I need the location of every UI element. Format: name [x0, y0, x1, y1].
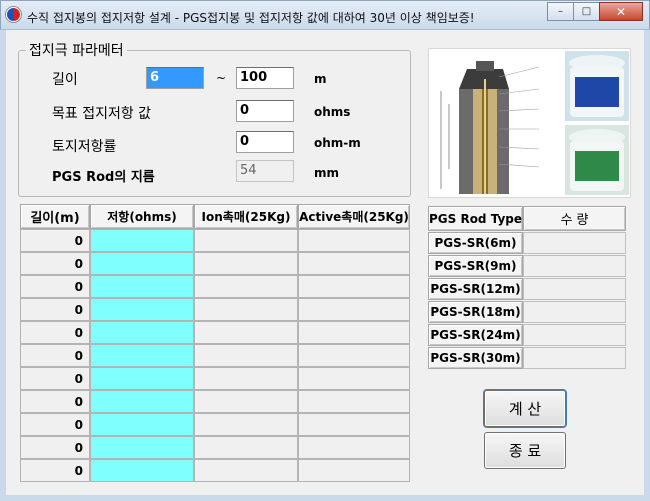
rod-diameter-label: PGS Rod의 지름 [52, 170, 155, 185]
soil-resistivity-unit: ohm-m [314, 136, 361, 150]
target-resistance-input[interactable]: 0 [236, 100, 294, 122]
rod-quantity-cell[interactable] [523, 232, 626, 254]
cell-active-catalyst[interactable] [298, 390, 410, 413]
rod-quantity-cell[interactable] [523, 347, 626, 369]
rod-diameter-input: 54 [236, 160, 294, 182]
col-header-active-catalyst[interactable]: Active촉매(25Kg) [298, 204, 410, 229]
window-title: 수직 접지봉의 접지저항 설계 - PGS접지봉 및 접지저항 값에 대하여 3… [27, 11, 475, 25]
cell-ion-catalyst[interactable] [194, 459, 298, 482]
cell-depth[interactable]: 0 [20, 321, 90, 344]
cell-active-catalyst[interactable] [298, 436, 410, 459]
cell-depth[interactable]: 0 [20, 229, 90, 252]
cell-depth[interactable]: 0 [20, 459, 90, 482]
cell-ion-catalyst[interactable] [194, 413, 298, 436]
depth-separator: ~ [216, 71, 227, 85]
cell-resistance[interactable] [90, 367, 194, 390]
soil-resistivity-input[interactable]: 0 [236, 131, 294, 153]
cell-active-catalyst[interactable] [298, 367, 410, 390]
cell-depth[interactable]: 0 [20, 367, 90, 390]
parameter-group-title: 접지극 파라메터 [26, 40, 127, 60]
depth-from-input[interactable]: 6 [146, 67, 204, 89]
cell-resistance[interactable] [90, 459, 194, 482]
cell-ion-catalyst[interactable] [194, 229, 298, 252]
cell-depth[interactable]: 0 [20, 390, 90, 413]
rod-quantity-cell[interactable] [523, 301, 626, 323]
cell-active-catalyst[interactable] [298, 298, 410, 321]
cell-active-catalyst[interactable] [298, 229, 410, 252]
rod-type-cell[interactable]: PGS-SR(30m) [428, 347, 523, 369]
rod-type-cell[interactable]: PGS-SR(6m) [428, 232, 523, 254]
product-illustration [440, 51, 629, 195]
maximize-button[interactable]: □ [573, 2, 600, 21]
cell-ion-catalyst[interactable] [194, 321, 298, 344]
calculate-button[interactable]: 계 산 [484, 390, 566, 427]
cell-active-catalyst[interactable] [298, 275, 410, 298]
col-header-rod-type[interactable]: PGS Rod Type [428, 206, 523, 231]
depth-label: 길이 [52, 72, 78, 88]
rod-type-cell[interactable]: PGS-SR(9m) [428, 255, 523, 277]
cell-resistance[interactable] [90, 252, 194, 275]
window-controls: – □ ✕ [547, 2, 643, 21]
cell-depth[interactable]: 0 [20, 298, 90, 321]
cell-resistance[interactable] [90, 298, 194, 321]
exit-button[interactable]: 종 료 [484, 432, 566, 469]
cell-resistance[interactable] [90, 321, 194, 344]
rod-type-cell[interactable]: PGS-SR(18m) [428, 301, 523, 323]
title-bar[interactable]: 수직 접지봉의 접지저항 설계 - PGS접지봉 및 접지저항 값에 대하여 3… [0, 0, 650, 30]
cell-ion-catalyst[interactable] [194, 436, 298, 459]
close-button[interactable]: ✕ [599, 2, 643, 21]
app-icon [6, 7, 21, 22]
rod-type-cell[interactable]: PGS-SR(12m) [428, 278, 523, 300]
cell-ion-catalyst[interactable] [194, 252, 298, 275]
rod-quantity-cell[interactable] [523, 324, 626, 346]
minimize-button[interactable]: – [547, 2, 574, 21]
cell-ion-catalyst[interactable] [194, 367, 298, 390]
rod-type-cell[interactable]: PGS-SR(24m) [428, 324, 523, 346]
cell-depth[interactable]: 0 [20, 275, 90, 298]
depth-unit: m [314, 72, 327, 86]
target-resistance-label: 목표 접지저항 값 [52, 106, 152, 122]
cell-active-catalyst[interactable] [298, 252, 410, 275]
cell-ion-catalyst[interactable] [194, 298, 298, 321]
col-header-ion-catalyst[interactable]: Ion촉매(25Kg) [194, 204, 298, 229]
col-header-depth[interactable]: 길이(m) [20, 204, 90, 229]
cell-depth[interactable]: 0 [20, 436, 90, 459]
rod-quantity-cell[interactable] [523, 278, 626, 300]
cell-ion-catalyst[interactable] [194, 344, 298, 367]
product-image [428, 48, 631, 198]
cell-resistance[interactable] [90, 436, 194, 459]
soil-resistivity-label: 토지저항률 [52, 139, 117, 155]
cell-depth[interactable]: 0 [20, 344, 90, 367]
cell-resistance[interactable] [90, 344, 194, 367]
rod-quantity-cell[interactable] [523, 255, 626, 277]
target-resistance-unit: ohms [314, 105, 351, 119]
cell-active-catalyst[interactable] [298, 413, 410, 436]
cell-depth[interactable]: 0 [20, 252, 90, 275]
rod-diameter-unit: mm [314, 166, 340, 180]
cell-depth[interactable]: 0 [20, 413, 90, 436]
depth-to-input[interactable]: 100 [236, 67, 294, 89]
cell-active-catalyst[interactable] [298, 459, 410, 482]
cell-active-catalyst[interactable] [298, 344, 410, 367]
col-header-quantity[interactable]: 수 량 [523, 206, 626, 231]
cell-resistance[interactable] [90, 413, 194, 436]
cell-ion-catalyst[interactable] [194, 275, 298, 298]
col-header-resistance[interactable]: 저항(ohms) [90, 204, 194, 229]
depth-from-value: 6 [150, 70, 160, 85]
cell-resistance[interactable] [90, 275, 194, 298]
cell-resistance[interactable] [90, 229, 194, 252]
cell-resistance[interactable] [90, 390, 194, 413]
cell-ion-catalyst[interactable] [194, 390, 298, 413]
cell-active-catalyst[interactable] [298, 321, 410, 344]
